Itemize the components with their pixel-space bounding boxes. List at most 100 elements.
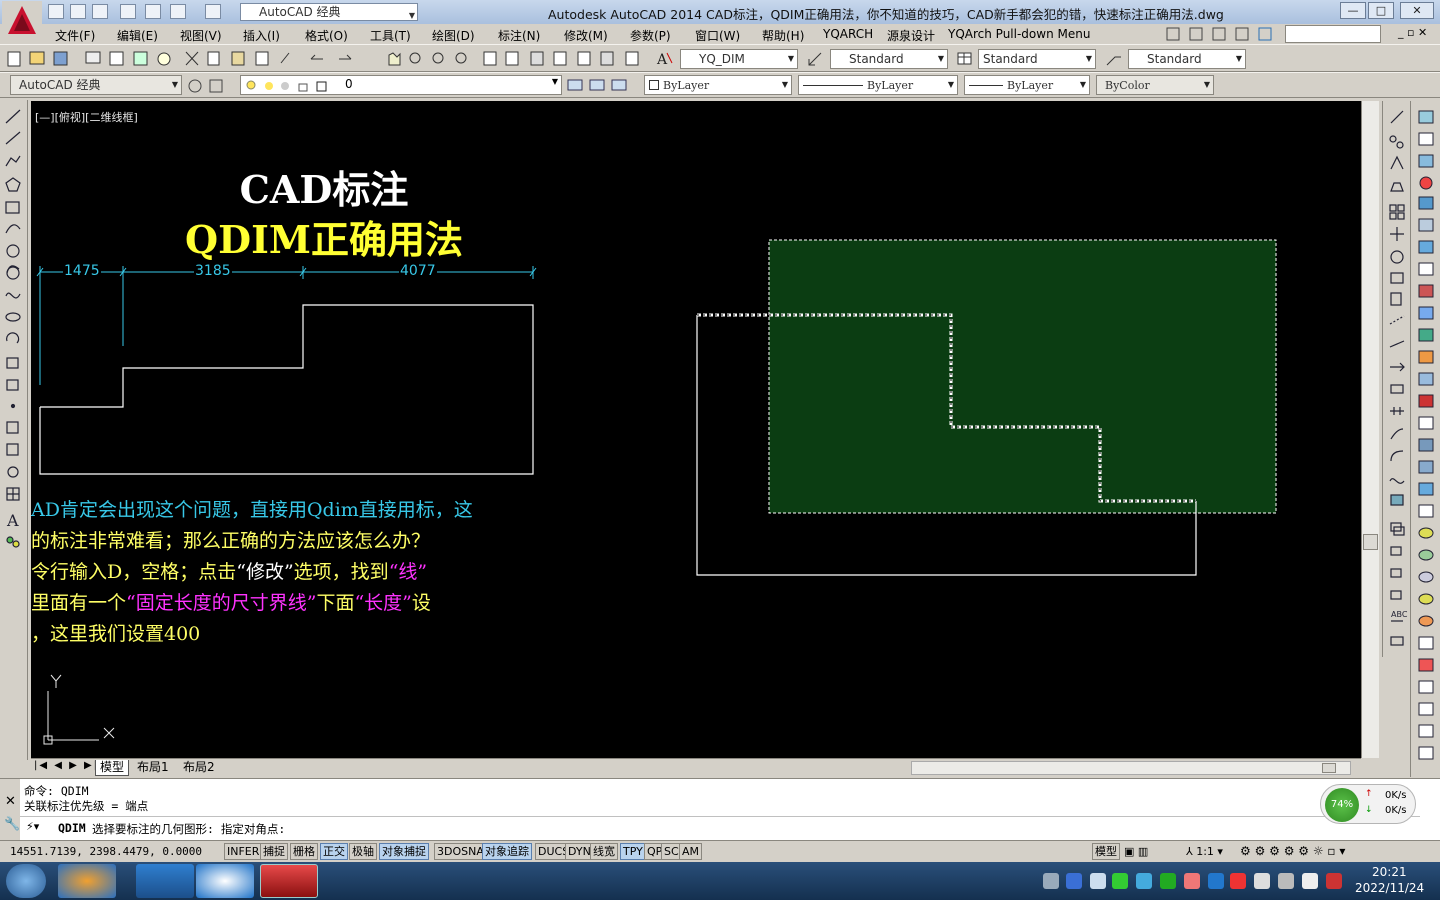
tray-icon-1[interactable] (1090, 873, 1106, 889)
autocad-logo[interactable] (2, 1, 42, 39)
clock-time[interactable]: 20:21 (1372, 865, 1407, 879)
network-speed-widget[interactable]: 74% ↑ ↓ 0K/s 0K/s (1320, 784, 1416, 824)
text-style-combo[interactable]: YQ_DIM ▼ (680, 49, 798, 69)
status-toggle-栅格[interactable]: 栅格 (290, 843, 318, 860)
menu-yqarch-pulldown[interactable]: YQArch Pull-down Menu (948, 27, 1090, 41)
help-icon[interactable] (1066, 873, 1082, 889)
redo-icon[interactable] (205, 4, 221, 19)
explain-line-3c: 选项，找到 (293, 561, 389, 583)
dim-style-combo[interactable]: Standard ▼ (830, 49, 948, 69)
workspace-toolbar-combo[interactable]: AutoCAD 经典 ▼ (10, 75, 182, 95)
taskbar-autocad[interactable] (260, 864, 318, 898)
status-toggle-线宽[interactable]: 线宽 (590, 843, 618, 860)
menu-yuanquan[interactable]: 源泉设计 (887, 27, 935, 44)
status-toggle-am[interactable]: AM (679, 843, 703, 860)
menu-window[interactable]: 窗口(W) (695, 27, 740, 44)
workspace-settings-icon[interactable] (186, 77, 226, 95)
action-center-icon[interactable] (1302, 873, 1318, 889)
menu-draw[interactable]: 绘图(D) (432, 27, 475, 44)
tray-icon-5[interactable] (1208, 873, 1224, 889)
keyboard-icon[interactable] (1043, 873, 1059, 889)
tab-layout2[interactable]: 布局2 (179, 760, 219, 776)
annotation-scale[interactable]: ⅄ 1:1 ▾ (1186, 845, 1223, 858)
tab-layout1[interactable]: 布局1 (133, 760, 173, 776)
menu-parametric[interactable]: 参数(P) (630, 27, 671, 44)
menu-tools[interactable]: 工具(T) (370, 27, 411, 44)
wechat-icon[interactable] (1112, 873, 1128, 889)
modify-tool-icons[interactable]: ABC (1388, 109, 1408, 649)
new-icon[interactable] (48, 4, 64, 19)
menu-file[interactable]: 文件(F) (55, 27, 95, 44)
taskbar-app-3[interactable] (196, 864, 254, 898)
print-icon[interactable] (145, 4, 161, 19)
menu-modify[interactable]: 修改(M) (564, 27, 608, 44)
status-tray-icons[interactable]: ⚙ ⚙ ⚙ ⚙ ⚙ ☼ ▫ ▾ (1240, 844, 1345, 858)
text-style-icon[interactable]: A (655, 49, 675, 69)
drawing-canvas[interactable]: [—][俯视][二维线框] CAD标注 QDIM正确用法 1475 3185 4… (31, 101, 1361, 758)
model-space-button[interactable]: 模型 (1092, 843, 1120, 860)
undo-icon[interactable] (170, 4, 186, 19)
hscroll-thumb[interactable] (1322, 763, 1336, 773)
menu-dimension[interactable]: 标注(N) (498, 27, 540, 44)
save-as-icon[interactable] (120, 4, 136, 19)
workspace-combo[interactable]: AutoCAD 经典 ▼ (240, 3, 418, 21)
dim-style-icon[interactable] (806, 49, 826, 69)
status-toggle-对象捕捉[interactable]: 对象捕捉 (379, 843, 429, 860)
status-toggle-infer[interactable]: INFER (224, 843, 263, 860)
clock-date[interactable]: 2022/11/24 (1355, 881, 1424, 895)
vertical-scrollbar[interactable] (1361, 101, 1379, 758)
lineweight-combo[interactable]: ByLayer ▼ (964, 75, 1090, 95)
tray-icon-3[interactable] (1160, 873, 1176, 889)
command-prompt-icon[interactable]: ⚡▾ (26, 820, 39, 833)
menu-format[interactable]: 格式(O) (305, 27, 348, 44)
layout-view-icons[interactable]: ▣ ▥ (1124, 845, 1148, 858)
tray-icon-6[interactable] (1230, 873, 1246, 889)
doc-window-controls[interactable]: _ ▫ ✕ (1398, 26, 1427, 39)
wrench-icon[interactable]: 🔧 (4, 817, 20, 832)
close-icon[interactable]: ✕ (5, 794, 16, 809)
layer-tool-icons[interactable] (566, 76, 632, 96)
taskbar-explorer[interactable] (136, 864, 194, 898)
cursor-coordinates[interactable]: 14551.7139, 2398.4479, 0.0000 (10, 845, 202, 858)
standard-tool-icons[interactable] (6, 49, 646, 69)
status-toggle-捕捉[interactable]: 捕捉 (260, 843, 288, 860)
search-box[interactable] (1285, 25, 1381, 43)
tab-nav-arrows[interactable]: |◀ ◀ ▶ ▶| (34, 760, 99, 771)
menu-help[interactable]: 帮助(H) (762, 27, 804, 44)
tray-icon-4[interactable] (1184, 873, 1200, 889)
network-icon[interactable] (1278, 873, 1294, 889)
tab-model[interactable]: 模型 (95, 760, 130, 776)
scroll-thumb[interactable] (1363, 534, 1378, 550)
yqarch-tool-icons[interactable] (1417, 109, 1437, 769)
taskbar-app-1[interactable] (58, 864, 116, 898)
minimize-button[interactable]: — (1340, 2, 1366, 19)
table-style-combo[interactable]: Standard ▼ (978, 49, 1096, 69)
multileader-style-combo[interactable]: Standard ▼ (1128, 49, 1246, 69)
menu-edit[interactable]: 编辑(E) (117, 27, 158, 44)
linetype-combo[interactable]: ByLayer ▼ (798, 75, 958, 95)
status-toggle-正交[interactable]: 正交 (320, 843, 348, 860)
horizontal-scrollbar[interactable] (911, 761, 1351, 775)
close-button[interactable]: ✕ (1400, 2, 1434, 19)
mdi-tool-buttons[interactable] (1165, 26, 1280, 42)
layer-combo[interactable]: 0 ▼ (240, 75, 562, 95)
plotstyle-combo[interactable]: ByColor ▼ (1096, 75, 1214, 95)
tray-icon-2[interactable] (1136, 873, 1152, 889)
status-toggle-极轴[interactable]: 极轴 (349, 843, 377, 860)
status-toggle-对象追踪[interactable]: 对象追踪 (482, 843, 532, 860)
volume-icon[interactable] (1254, 873, 1270, 889)
menu-yqarch[interactable]: YQARCH (823, 27, 873, 41)
save-icon[interactable] (92, 4, 108, 19)
command-prompt[interactable]: ⚡▾ QDIM 选择要标注的几何图形: 指定对角点: (20, 816, 1420, 838)
status-toggle-tpy[interactable]: TPY (620, 843, 646, 860)
draw-tool-icons[interactable]: A (4, 108, 24, 548)
tray-icon-7[interactable] (1326, 873, 1342, 889)
menu-insert[interactable]: 插入(I) (243, 27, 280, 44)
open-icon[interactable] (70, 4, 86, 19)
multileader-style-icon[interactable] (1104, 49, 1124, 69)
color-combo[interactable]: ByLayer ▼ (644, 75, 792, 95)
table-style-icon[interactable] (955, 49, 975, 69)
menu-view[interactable]: 视图(V) (180, 27, 222, 44)
maximize-button[interactable]: □ (1368, 2, 1394, 19)
start-button[interactable] (6, 864, 46, 898)
